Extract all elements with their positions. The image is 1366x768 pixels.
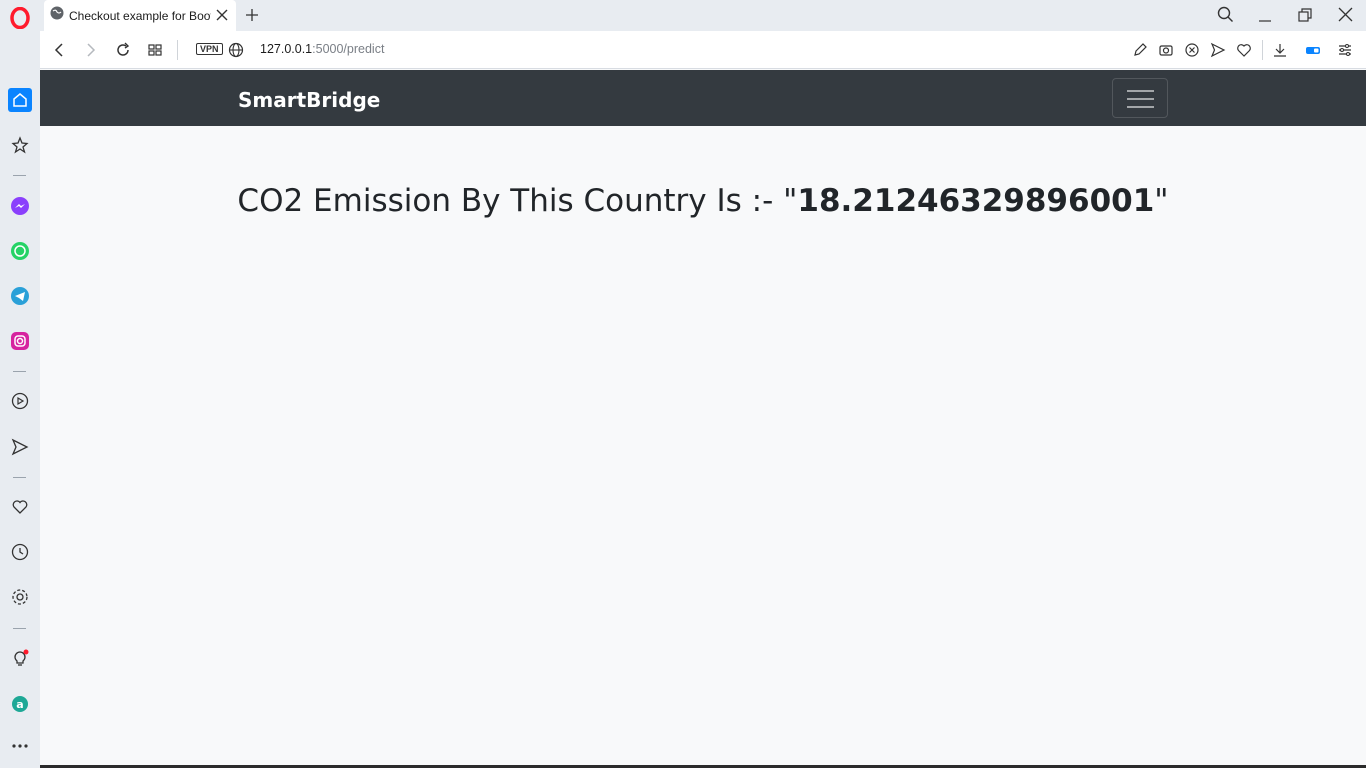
new-tab-icon[interactable] (244, 7, 260, 28)
home-icon[interactable] (8, 88, 32, 112)
instagram-icon[interactable] (8, 329, 32, 353)
result-suffix: " (1154, 183, 1169, 219)
sidebar: a (0, 0, 40, 768)
battery-saver-icon[interactable] (1305, 42, 1321, 58)
toolbar-divider (1262, 40, 1263, 60)
hamburger-line (1127, 106, 1154, 108)
navbar: SmartBridge (40, 70, 1366, 126)
send-to-flow-icon[interactable] (1210, 42, 1226, 58)
messenger-icon[interactable] (8, 194, 32, 218)
sidebar-divider (13, 477, 26, 478)
forward-icon[interactable] (83, 42, 99, 58)
history-icon[interactable] (8, 540, 32, 564)
settings-icon[interactable] (8, 585, 32, 609)
telegram-icon[interactable] (8, 284, 32, 308)
address-bar: VPN 127.0.0.1:5000/predict (40, 31, 1366, 69)
reload-icon[interactable] (115, 42, 131, 58)
sidebar-divider (13, 371, 26, 372)
snapshot-camera-icon[interactable] (1158, 42, 1174, 58)
back-icon[interactable] (51, 42, 67, 58)
sidebar-divider (13, 175, 26, 176)
hamburger-line (1127, 98, 1154, 100)
web-page: SmartBridge CO2 Emission By This Country… (40, 70, 1366, 768)
bookmarks-icon[interactable] (8, 133, 32, 157)
navbar-toggler-button[interactable] (1112, 78, 1168, 118)
search-tabs-icon[interactable] (1217, 6, 1234, 28)
minimize-icon[interactable] (1258, 8, 1272, 27)
globe-icon (50, 6, 64, 25)
result-prefix: CO2 Emission By This Country Is :- " (237, 183, 798, 219)
url-path: :5000/predict (312, 42, 385, 56)
close-tab-icon[interactable] (214, 7, 230, 23)
tips-icon[interactable] (8, 646, 32, 670)
restore-icon[interactable] (1298, 8, 1312, 27)
close-window-icon[interactable] (1338, 7, 1353, 27)
tab-title: Checkout example for Bootstrap (69, 8, 211, 23)
navbar-brand[interactable]: SmartBridge (238, 88, 380, 112)
adblock-icon[interactable] (1184, 42, 1200, 58)
opera-logo-icon[interactable] (8, 6, 32, 30)
vpn-badge[interactable]: VPN (196, 43, 223, 55)
aria-icon[interactable]: a (8, 692, 32, 716)
bookmark-heart-icon[interactable] (1236, 42, 1252, 58)
heart-icon[interactable] (8, 495, 32, 519)
sidebar-divider (13, 628, 26, 629)
player-icon[interactable] (8, 389, 32, 413)
toolbar-divider (177, 40, 178, 60)
easy-setup-icon[interactable] (1337, 42, 1353, 58)
site-info-globe-icon[interactable] (228, 42, 244, 58)
more-icon[interactable] (8, 734, 32, 758)
url-field[interactable]: 127.0.0.1:5000/predict (260, 42, 384, 56)
result-value: 18.21246329896001 (797, 183, 1155, 219)
tiles-icon[interactable] (147, 42, 163, 58)
prediction-result: CO2 Emission By This Country Is :- "18.2… (40, 183, 1366, 219)
tab-active[interactable]: Checkout example for Bootstrap (44, 0, 236, 31)
url-host: 127.0.0.1 (260, 42, 313, 56)
easy-setup-edit-icon[interactable] (1132, 42, 1148, 58)
send-icon[interactable] (8, 435, 32, 459)
downloads-icon[interactable] (1272, 42, 1288, 58)
whatsapp-icon[interactable] (8, 239, 32, 263)
svg-text:a: a (16, 698, 23, 711)
hamburger-line (1127, 90, 1154, 92)
tab-strip: Checkout example for Bootstrap (40, 0, 1366, 31)
